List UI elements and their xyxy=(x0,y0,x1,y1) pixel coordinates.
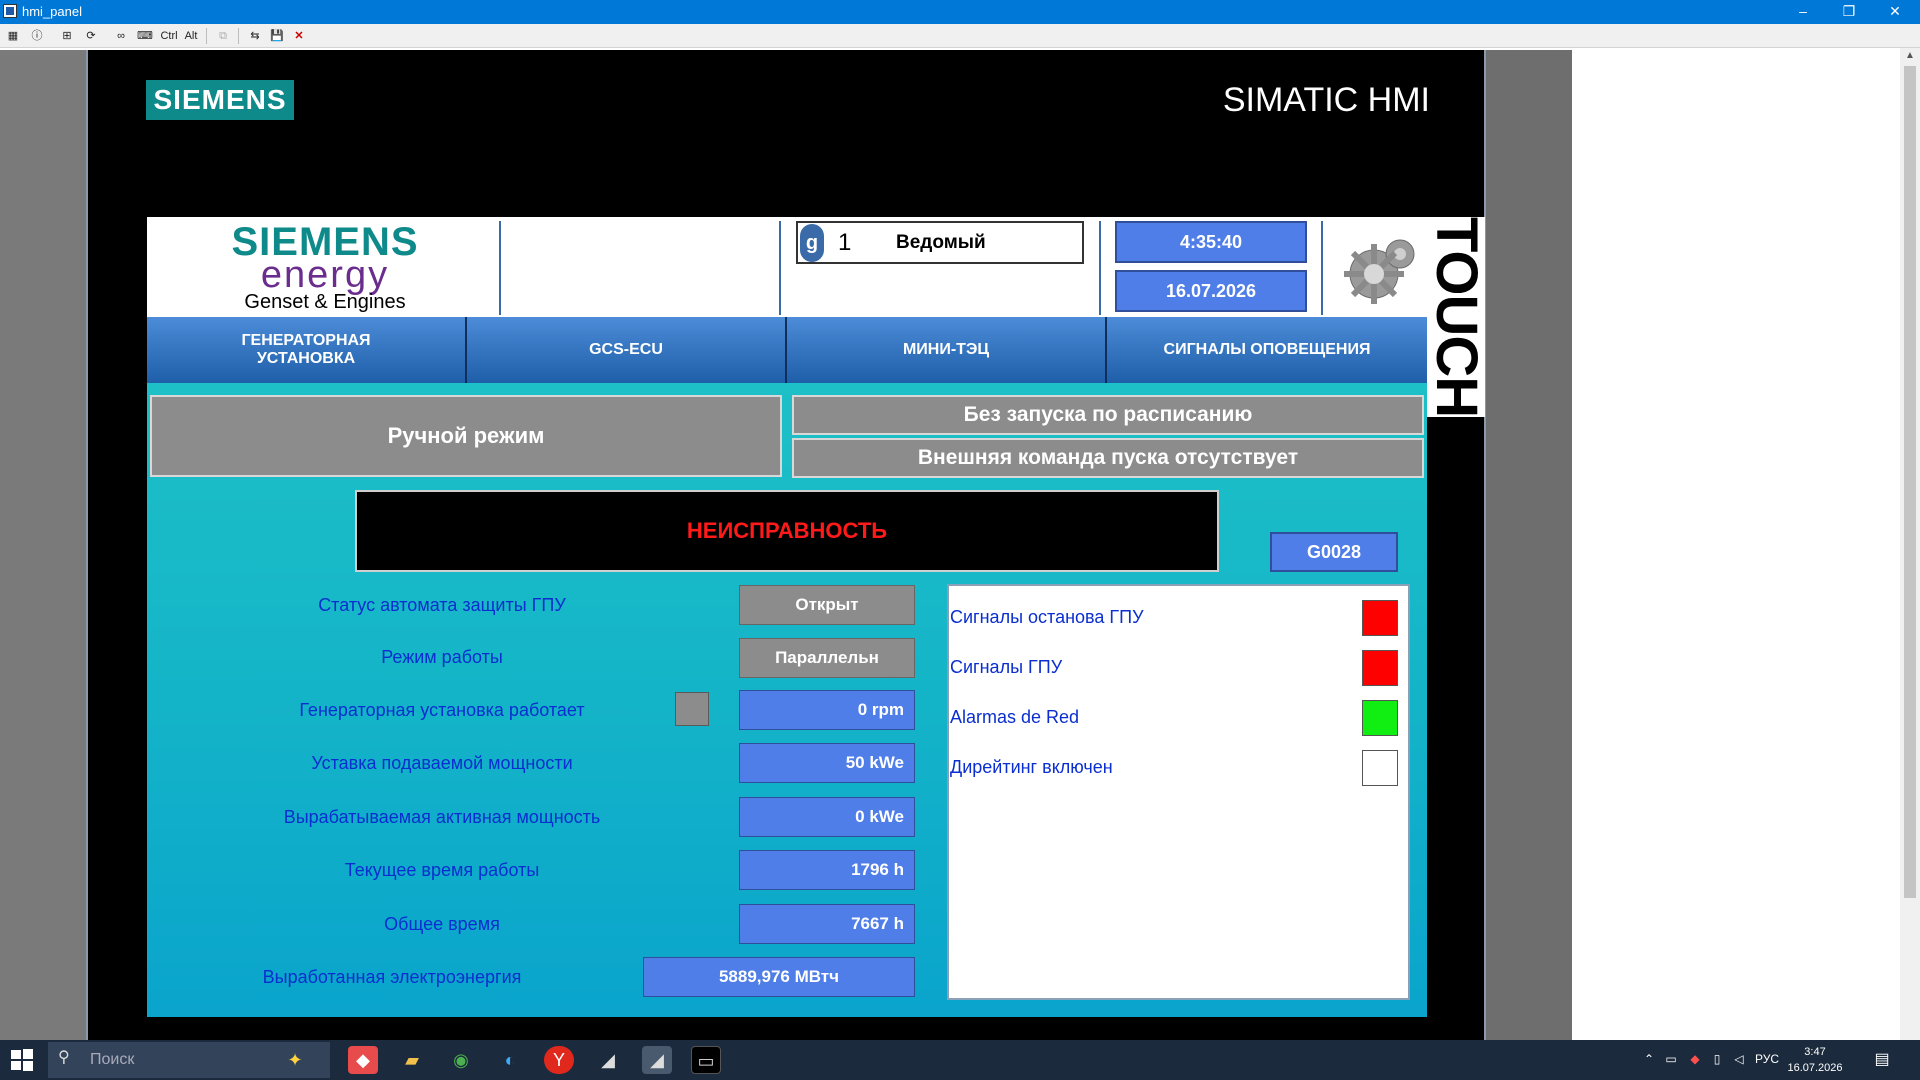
signal-indicator xyxy=(1362,700,1398,736)
close-icon[interactable]: ✕ xyxy=(290,27,308,45)
fit-screen-icon[interactable]: ⊞ xyxy=(58,27,76,45)
tab-label: МИНИ-ТЭЦ xyxy=(902,341,990,358)
signal-indicator xyxy=(1362,650,1398,686)
simatic-hmi-title: SIMATIC HMI xyxy=(1222,81,1430,119)
engine-speed-value: 0 rpm xyxy=(739,690,915,730)
toolbar: ▦ ⓘ ⊞ ⟳ ∞ ⌨ Ctrl Alt ⧉ ⇆ 💾 ✕ xyxy=(0,24,1920,48)
save-icon[interactable]: 💾 xyxy=(268,27,286,45)
input-language[interactable]: РУС xyxy=(1754,1052,1780,1066)
copilot-icon[interactable]: ✦ xyxy=(280,1046,310,1074)
signals-panel xyxy=(947,584,1410,1000)
minimize-button[interactable]: – xyxy=(1780,0,1826,24)
yandex-browser-icon[interactable]: Y xyxy=(544,1046,574,1074)
energy-produced-value: 5889,976 МВтч xyxy=(643,957,915,997)
scroll-up-arrow-icon[interactable]: ▲ xyxy=(1904,50,1916,62)
anydesk-icon[interactable]: ◆ xyxy=(348,1046,378,1074)
chrome-icon[interactable]: ◉ xyxy=(446,1046,476,1074)
time-display: 4:35:40 xyxy=(1115,221,1307,263)
window-title-bar: hmi_panel – ❐ ✕ xyxy=(0,0,1920,24)
user-icon: g xyxy=(800,224,824,262)
operation-mode-value: Параллельн xyxy=(739,638,915,678)
restore-button[interactable]: ❐ xyxy=(1826,0,1872,24)
tab-label: ГЕНЕРАТОРНАЯ УСТАНОВКА xyxy=(241,332,371,367)
fault-banner: НЕИСПРАВНОСТЬ xyxy=(355,490,1219,572)
header-divider xyxy=(1321,221,1323,315)
tab-mini-chp[interactable]: МИНИ-ТЭЦ xyxy=(787,317,1107,383)
tray-network-icon[interactable]: ▯ xyxy=(1708,1050,1726,1068)
siemens-logo: SIEMENS xyxy=(146,80,294,120)
param-label: Режим работы xyxy=(381,647,503,667)
tab-label: СИГНАЛЫ ОПОВЕЩЕНИЯ xyxy=(1163,341,1371,358)
param-label: Общее время xyxy=(384,914,500,934)
link-icon[interactable]: ∞ xyxy=(112,27,130,45)
tray-monitor-icon[interactable]: ▭ xyxy=(1662,1050,1680,1068)
toolbar-separator xyxy=(206,28,207,44)
header-divider xyxy=(779,221,781,315)
param-label: Уставка подаваемой мощности xyxy=(311,753,573,773)
date-display: 16.07.2026 xyxy=(1115,270,1307,312)
param-label: Статус автомата защиты ГПУ xyxy=(318,595,566,615)
edge-icon[interactable]: ◐ xyxy=(495,1046,525,1074)
touch-label: TOUCH xyxy=(1424,217,1489,418)
signal-label: Сигналы ГПУ xyxy=(950,657,1063,677)
user-role: Ведомый xyxy=(896,232,986,253)
power-setpoint-value: 50 kWe xyxy=(739,743,915,783)
param-label: Вырабатываемая активная мощность xyxy=(283,807,601,827)
keyboard-icon[interactable]: ⌨ xyxy=(136,27,154,45)
genset-running-indicator xyxy=(675,692,709,726)
param-label: Генераторная установка работает xyxy=(299,700,585,720)
param-label: Текущее время работы xyxy=(344,860,540,880)
tab-generator-unit[interactable]: ГЕНЕРАТОРНАЯ УСТАНОВКА xyxy=(147,317,467,383)
notifications-icon[interactable]: ▤ xyxy=(1870,1048,1894,1072)
signal-label: Сигналы останова ГПУ xyxy=(950,607,1144,627)
terminal-icon[interactable]: ▭ xyxy=(691,1046,721,1074)
gear-icon[interactable] xyxy=(1340,232,1420,308)
windows-start-icon[interactable] xyxy=(10,1048,34,1072)
file-explorer-icon[interactable]: ▰ xyxy=(397,1046,427,1074)
properties-icon[interactable]: ▦ xyxy=(4,27,22,45)
tab-gcs-ecu[interactable]: GCS-ECU xyxy=(467,317,787,383)
window-title: hmi_panel xyxy=(22,4,82,19)
tray-clock-time[interactable]: 3:47 xyxy=(1780,1044,1850,1060)
tab-alarm-signals[interactable]: СИГНАЛЫ ОПОВЕЩЕНИЯ xyxy=(1107,317,1427,383)
schedule-status[interactable]: Без запуска по расписанию xyxy=(792,395,1424,435)
header-divider xyxy=(499,221,501,315)
total-runtime-value: 7667 h xyxy=(739,904,915,944)
siemens-energy-logo-genset: Genset & Engines xyxy=(244,291,406,313)
tray-clock-date[interactable]: 16.07.2026 xyxy=(1780,1060,1850,1076)
app-icon xyxy=(3,4,17,18)
param-label: Выработанная электроэнергия xyxy=(262,967,522,987)
wincc-runtime-icon[interactable]: ◢ xyxy=(642,1046,672,1074)
tray-volume-icon[interactable]: ◁ xyxy=(1730,1050,1748,1068)
active-power-value: 0 kWe xyxy=(739,797,915,837)
tray-overflow-icon[interactable]: ⌃ xyxy=(1640,1050,1658,1068)
close-window-button[interactable]: ✕ xyxy=(1872,0,1918,24)
breaker-status-value: Открыт xyxy=(739,585,915,625)
toolbar-separator xyxy=(238,28,239,44)
signal-label: Дирейтинг включен xyxy=(950,757,1113,777)
signal-label: Alarmas de Red xyxy=(950,707,1080,727)
info-icon[interactable]: ⓘ xyxy=(28,27,46,45)
transfer-icon[interactable]: ⇆ xyxy=(246,27,264,45)
signal-indicator xyxy=(1362,750,1398,786)
ctrl-key-button[interactable]: Ctrl xyxy=(158,27,180,45)
panel-bezel-right xyxy=(1486,50,1572,1040)
signal-indicator xyxy=(1362,600,1398,636)
manual-mode-button[interactable]: Ручной режим xyxy=(150,395,782,477)
alarm-code-button[interactable]: G0028 xyxy=(1270,532,1398,572)
tab-label: GCS-ECU xyxy=(589,341,663,358)
siemens-energy-logo-energy: energy xyxy=(260,254,390,296)
header-divider xyxy=(1099,221,1101,315)
external-command-status[interactable]: Внешняя команда пуска отсутствует xyxy=(792,438,1424,478)
alt-key-button[interactable]: Alt xyxy=(182,27,200,45)
copy-icon[interactable]: ⧉ xyxy=(214,27,232,45)
tia-portal-icon[interactable]: ◢ xyxy=(593,1046,623,1074)
refresh-icon[interactable]: ⟳ xyxy=(82,27,100,45)
search-icon: ⚲ xyxy=(58,1049,70,1066)
scrollbar-thumb[interactable] xyxy=(1904,66,1916,898)
current-runtime-value: 1796 h xyxy=(739,850,915,890)
user-number: 1 xyxy=(838,229,852,256)
tray-anydesk-icon[interactable]: ◆ xyxy=(1686,1050,1704,1068)
